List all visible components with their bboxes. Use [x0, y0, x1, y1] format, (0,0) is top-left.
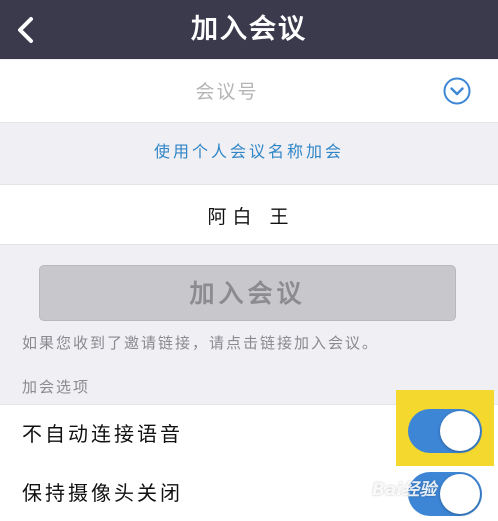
- use-personal-meeting-name-link[interactable]: 使用个人会议名称加会: [0, 123, 498, 183]
- meeting-id-row: [0, 60, 498, 123]
- option-label-no-auto-audio: 不自动连接语音: [22, 422, 183, 446]
- toggle-knob: [440, 411, 480, 451]
- page-title: 加入会议: [191, 14, 307, 45]
- toggle-knob: [440, 474, 480, 514]
- join-meeting-screen: 加入会议 使用个人会议名称加会 加入会议 如果您收到了邀请链接，请点击链接加入会…: [0, 0, 498, 521]
- no-auto-audio-toggle[interactable]: [408, 409, 482, 453]
- invite-link-hint: 如果您收到了邀请链接，请点击链接加入会议。: [22, 334, 380, 352]
- navigation-bar: 加入会议: [0, 0, 498, 59]
- chevron-down-circle-icon: [443, 77, 471, 105]
- join-meeting-button[interactable]: 加入会议: [39, 265, 456, 321]
- display-name-input[interactable]: [40, 193, 462, 237]
- meeting-history-dropdown-button[interactable]: [443, 77, 471, 105]
- option-label-keep-camera-off: 保持摄像头关闭: [22, 481, 183, 505]
- display-name-row: [0, 184, 498, 245]
- meeting-id-input[interactable]: [60, 70, 394, 114]
- keep-camera-off-toggle[interactable]: [408, 472, 482, 516]
- join-options-section-label: 加会选项: [22, 378, 91, 396]
